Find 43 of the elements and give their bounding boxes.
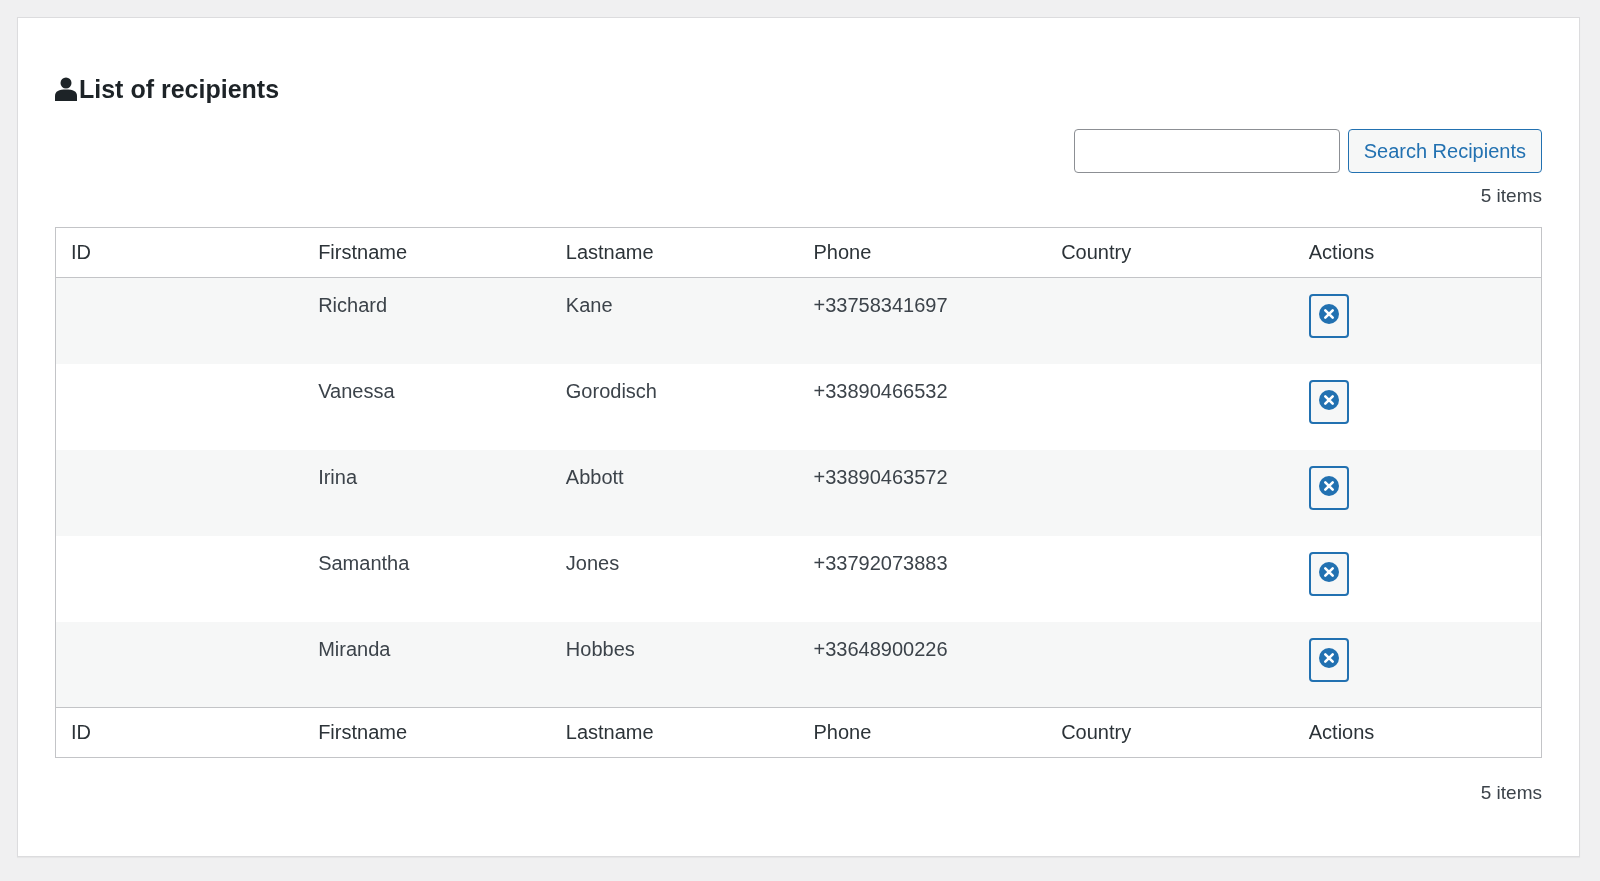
column-header: Country [1046,227,1294,278]
column-footer: Actions [1293,707,1542,758]
delete-button[interactable] [1308,465,1349,510]
item-count: 5 items [1480,185,1542,206]
column-footer: ID [55,707,304,758]
user-icon [55,77,77,101]
table-cell: +33890466532 [813,379,948,403]
search-button[interactable]: Search Recipients [1347,129,1542,173]
close-circle-icon [1318,561,1339,582]
table-cell: Gorodisch [565,379,657,403]
table-cell: Vanessa [318,379,395,403]
search-field[interactable] [1073,129,1340,173]
column-header: ID [55,227,304,278]
table-cell: +33758341697 [813,294,948,317]
column-header: Phone [798,227,1047,278]
column-footer: Lastname [550,707,799,758]
table-cell: Richard [318,294,388,317]
column-footer: Country [1046,707,1294,758]
column-header: Firstname [303,227,551,278]
table-cell: Samantha [318,551,410,575]
table-cell: +33792073883 [813,551,948,575]
page-title: List of recipients [79,74,280,104]
close-circle-icon [1318,304,1339,324]
column-footer: Firstname [303,707,551,758]
table-cell: Irina [318,465,358,489]
table-cell: Abbott [565,465,624,489]
column-header: Actions [1293,227,1542,278]
table-cell: Kane [565,294,613,317]
column-header: Lastname [550,227,799,278]
table-cell: +33890463572 [813,465,948,489]
table-cell: +33648900226 [813,637,948,661]
close-circle-icon [1318,389,1339,410]
table-cell: Hobbes [565,637,635,661]
delete-button[interactable] [1308,379,1349,424]
column-footer: Phone [798,707,1047,758]
close-circle-icon [1318,647,1339,668]
delete-button[interactable] [1308,294,1349,338]
item-count: 5 items [1480,782,1542,803]
delete-button[interactable] [1308,551,1349,596]
close-circle-icon [1318,475,1339,496]
table-cell: Miranda [318,637,391,661]
delete-button[interactable] [1308,637,1349,682]
table-cell: Jones [565,551,620,575]
